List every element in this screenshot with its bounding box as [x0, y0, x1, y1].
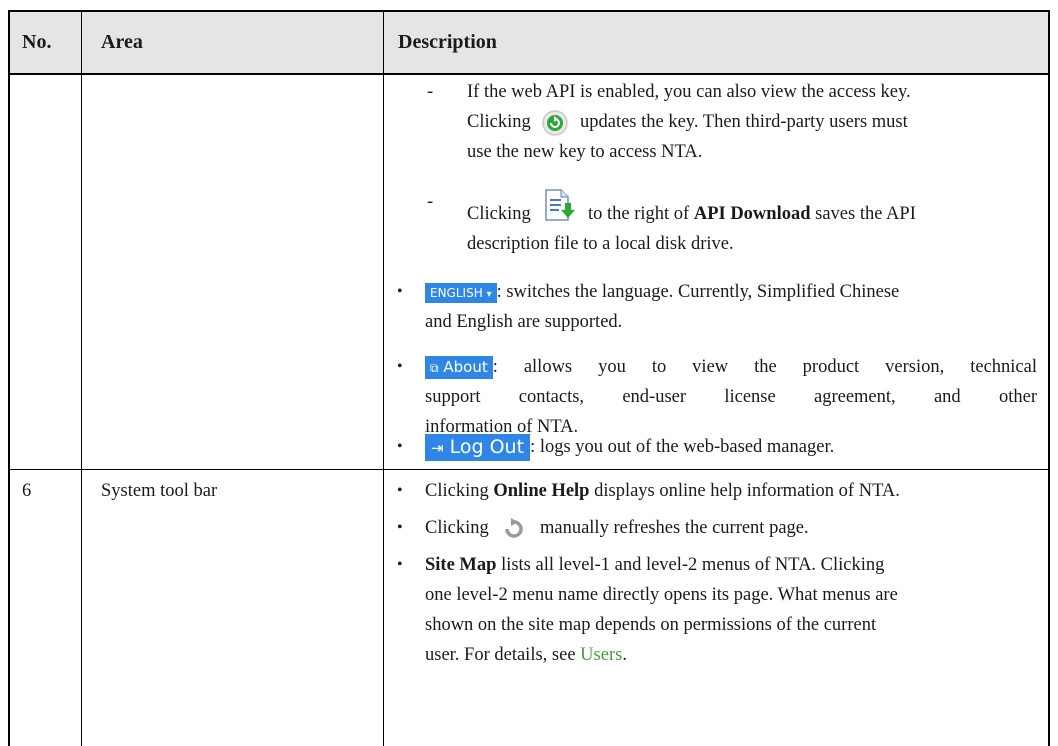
- column-divider-1: [81, 10, 82, 746]
- description-table: No. Area Description - If the web API is…: [0, 0, 1058, 746]
- bullet-logout: ⇥ Log Out : logs you out of the web-base…: [425, 432, 1037, 462]
- table-top-border: [8, 10, 1050, 12]
- header-description: Description: [398, 31, 497, 53]
- logout-button[interactable]: ⇥ Log Out: [425, 434, 531, 462]
- bullet-refresh: Clicking manually refreshes the current …: [425, 513, 1037, 543]
- about-button[interactable]: ⧉ About: [425, 356, 493, 380]
- external-window-icon: ⧉: [430, 361, 439, 376]
- green-refresh-icon[interactable]: [541, 109, 569, 137]
- header-bottom-border: [8, 73, 1050, 75]
- dash-item-api-download: Clicking to the right of API Download sa…: [467, 187, 1037, 259]
- bullet-online-help: Clicking Online Help displays online hel…: [425, 481, 900, 501]
- bullet: •: [397, 283, 403, 300]
- bullet: •: [397, 556, 403, 573]
- dash1-line3: use the new key to access NTA.: [467, 142, 703, 162]
- bullet: •: [397, 482, 403, 499]
- row-number: 6: [22, 481, 32, 501]
- site-map-line2: one level-2 menu name directly opens its…: [425, 585, 898, 605]
- bullet-about: ⧉ About : allows you to view the product…: [425, 352, 1037, 442]
- gray-refresh-icon[interactable]: [501, 516, 527, 542]
- header-area: Area: [101, 31, 143, 53]
- bullet: •: [397, 519, 403, 536]
- dash2-line2: description file to a local disk drive.: [467, 234, 734, 254]
- logout-icon: ⇥: [431, 439, 444, 458]
- about-line2: support contacts, end-user license agree…: [425, 387, 1037, 407]
- lang-line2: and English are supported.: [425, 312, 623, 332]
- column-divider-2: [383, 10, 384, 746]
- users-link[interactable]: Users: [580, 645, 622, 665]
- row-divider: [8, 469, 1050, 470]
- dash1-line1: If the web API is enabled, you can also …: [467, 82, 911, 102]
- chevron-down-icon: ▾: [486, 288, 492, 300]
- header-no: No.: [22, 31, 52, 53]
- dash2-line1: Clicking to the right of API Download sa…: [467, 187, 1037, 229]
- dash-marker: -: [427, 192, 434, 212]
- table-header-background: [8, 11, 1050, 73]
- dash-marker: -: [427, 82, 434, 102]
- language-dropdown-button[interactable]: ENGLISH ▾: [425, 282, 497, 303]
- dash1-line2: Clicking updates the key. Then third-par…: [467, 107, 1037, 137]
- bullet: •: [397, 358, 403, 375]
- bullet-language: ENGLISH ▾ : switches the language. Curre…: [425, 277, 1037, 337]
- table-left-border: [8, 10, 10, 746]
- document-download-icon[interactable]: [541, 187, 577, 223]
- site-map-line3: shown on the site map depends on permiss…: [425, 615, 877, 635]
- bullet: •: [397, 438, 403, 455]
- table-right-border: [1048, 10, 1050, 746]
- dash-item-api-key: If the web API is enabled, you can also …: [467, 77, 1037, 167]
- bullet-site-map: Site Map lists all level-1 and level-2 m…: [425, 550, 1037, 670]
- row-area: System tool bar: [101, 481, 218, 501]
